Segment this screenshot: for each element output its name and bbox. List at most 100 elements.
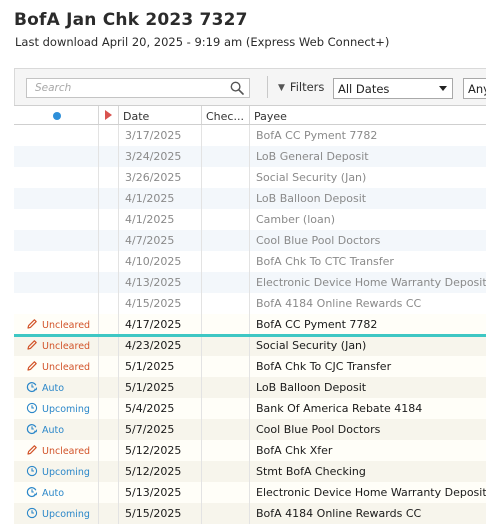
- payee-cell[interactable]: BofA CC Pyment 7782: [250, 314, 486, 335]
- flag-cell[interactable]: [99, 335, 119, 356]
- status-cell[interactable]: [14, 167, 99, 188]
- status-badge[interactable]: Auto: [26, 423, 64, 436]
- search-icon[interactable]: [230, 81, 244, 95]
- flag-cell[interactable]: [99, 146, 119, 167]
- payee-cell[interactable]: BofA Chk To CTC Transfer: [250, 251, 486, 272]
- status-column-header[interactable]: [14, 106, 99, 124]
- payee-cell[interactable]: Camber (loan): [250, 209, 486, 230]
- flag-cell[interactable]: [99, 356, 119, 377]
- transaction-row[interactable]: Uncleared 5/12/2025 BofA Chk Xfer: [14, 440, 486, 461]
- status-cell[interactable]: Uncleared: [14, 314, 99, 335]
- status-cell[interactable]: [14, 230, 99, 251]
- check-number-cell[interactable]: [202, 314, 250, 335]
- type-filter-select[interactable]: Any: [463, 78, 486, 99]
- transaction-row[interactable]: 4/10/2025 BofA Chk To CTC Transfer: [14, 251, 486, 272]
- flag-cell[interactable]: [99, 125, 119, 146]
- check-number-cell[interactable]: [202, 419, 250, 440]
- transaction-row[interactable]: 3/24/2025 LoB General Deposit: [14, 146, 486, 167]
- status-cell[interactable]: Auto: [14, 419, 99, 440]
- status-cell[interactable]: [14, 188, 99, 209]
- payee-cell[interactable]: BofA Chk Xfer: [250, 440, 486, 461]
- check-number-cell[interactable]: [202, 167, 250, 188]
- payee-cell[interactable]: LoB Balloon Deposit: [250, 377, 486, 398]
- date-cell[interactable]: 5/12/2025: [119, 461, 202, 482]
- flag-cell[interactable]: [99, 419, 119, 440]
- check-number-cell[interactable]: [202, 125, 250, 146]
- flag-cell[interactable]: [99, 314, 119, 335]
- payee-cell[interactable]: Bank Of America Rebate 4184: [250, 398, 486, 419]
- date-cell[interactable]: 4/1/2025: [119, 188, 202, 209]
- check-number-cell[interactable]: [202, 293, 250, 314]
- flag-cell[interactable]: [99, 461, 119, 482]
- payee-cell[interactable]: LoB General Deposit: [250, 146, 486, 167]
- date-filter-select[interactable]: All Dates: [333, 78, 453, 99]
- date-cell[interactable]: 3/24/2025: [119, 146, 202, 167]
- payee-cell[interactable]: Cool Blue Pool Doctors: [250, 230, 486, 251]
- status-cell[interactable]: Uncleared: [14, 356, 99, 377]
- transaction-row[interactable]: 4/1/2025 LoB Balloon Deposit: [14, 188, 486, 209]
- transaction-row[interactable]: Auto 5/7/2025 Cool Blue Pool Doctors: [14, 419, 486, 440]
- transaction-row[interactable]: Auto 5/1/2025 LoB Balloon Deposit: [14, 377, 486, 398]
- payee-cell[interactable]: Electronic Device Home Warranty Deposit: [250, 272, 486, 293]
- payee-cell[interactable]: Cool Blue Pool Doctors: [250, 419, 486, 440]
- payee-cell[interactable]: BofA CC Pyment 7782: [250, 125, 486, 146]
- status-cell[interactable]: Auto: [14, 377, 99, 398]
- status-badge[interactable]: Upcoming: [26, 402, 90, 415]
- date-column-header[interactable]: Date: [119, 106, 202, 124]
- filters-toggle[interactable]: ▼ Filters: [278, 80, 324, 94]
- check-number-cell[interactable]: [202, 377, 250, 398]
- flag-cell[interactable]: [99, 251, 119, 272]
- status-badge[interactable]: Uncleared: [26, 318, 90, 331]
- date-cell[interactable]: 3/17/2025: [119, 125, 202, 146]
- date-cell[interactable]: 4/23/2025: [119, 335, 202, 356]
- date-cell[interactable]: 3/26/2025: [119, 167, 202, 188]
- check-number-cell[interactable]: [202, 209, 250, 230]
- status-cell[interactable]: Upcoming: [14, 461, 99, 482]
- status-cell[interactable]: [14, 209, 99, 230]
- payee-cell[interactable]: BofA Chk To CJC Transfer: [250, 356, 486, 377]
- check-column-header[interactable]: Chec...: [202, 106, 250, 124]
- transaction-row[interactable]: 4/7/2025 Cool Blue Pool Doctors: [14, 230, 486, 251]
- transaction-row[interactable]: 3/26/2025 Social Security (Jan): [14, 167, 486, 188]
- check-number-cell[interactable]: [202, 146, 250, 167]
- flag-cell[interactable]: [99, 440, 119, 461]
- date-cell[interactable]: 4/17/2025: [119, 314, 202, 335]
- flag-cell[interactable]: [99, 167, 119, 188]
- payee-cell[interactable]: BofA 4184 Online Rewards CC: [250, 503, 486, 524]
- search-input[interactable]: [27, 79, 223, 97]
- status-cell[interactable]: [14, 293, 99, 314]
- status-badge[interactable]: Uncleared: [26, 339, 90, 352]
- date-cell[interactable]: 5/13/2025: [119, 482, 202, 503]
- payee-column-header[interactable]: Payee: [250, 106, 486, 124]
- flag-cell[interactable]: [99, 503, 119, 524]
- date-cell[interactable]: 5/12/2025: [119, 440, 202, 461]
- flag-cell[interactable]: [99, 230, 119, 251]
- check-number-cell[interactable]: [202, 356, 250, 377]
- transaction-row[interactable]: 4/1/2025 Camber (loan): [14, 209, 486, 230]
- check-number-cell[interactable]: [202, 461, 250, 482]
- date-cell[interactable]: 5/1/2025: [119, 356, 202, 377]
- status-badge[interactable]: Uncleared: [26, 444, 90, 457]
- transaction-row[interactable]: Upcoming 5/4/2025 Bank Of America Rebate 4…: [14, 398, 486, 419]
- check-number-cell[interactable]: [202, 251, 250, 272]
- transaction-row[interactable]: Uncleared 4/23/2025 Social Security (Jan): [14, 335, 486, 356]
- payee-cell[interactable]: LoB Balloon Deposit: [250, 188, 486, 209]
- flag-cell[interactable]: [99, 377, 119, 398]
- check-number-cell[interactable]: [202, 230, 250, 251]
- flag-cell[interactable]: [99, 209, 119, 230]
- search-box[interactable]: [26, 78, 250, 98]
- payee-cell[interactable]: Social Security (Jan): [250, 335, 486, 356]
- transaction-row[interactable]: 3/17/2025 BofA CC Pyment 7782: [14, 125, 486, 146]
- status-badge[interactable]: Upcoming: [26, 465, 90, 478]
- status-badge[interactable]: Uncleared: [26, 360, 90, 373]
- date-cell[interactable]: 5/4/2025: [119, 398, 202, 419]
- check-number-cell[interactable]: [202, 272, 250, 293]
- check-number-cell[interactable]: [202, 503, 250, 524]
- date-cell[interactable]: 4/7/2025: [119, 230, 202, 251]
- payee-cell[interactable]: Electronic Device Home Warranty Deposit: [250, 482, 486, 503]
- status-cell[interactable]: [14, 146, 99, 167]
- payee-cell[interactable]: BofA 4184 Online Rewards CC: [250, 293, 486, 314]
- status-cell[interactable]: Auto: [14, 482, 99, 503]
- transaction-row[interactable]: Upcoming 5/15/2025 BofA 4184 Online Reward…: [14, 503, 486, 524]
- flag-column-header[interactable]: [99, 106, 119, 124]
